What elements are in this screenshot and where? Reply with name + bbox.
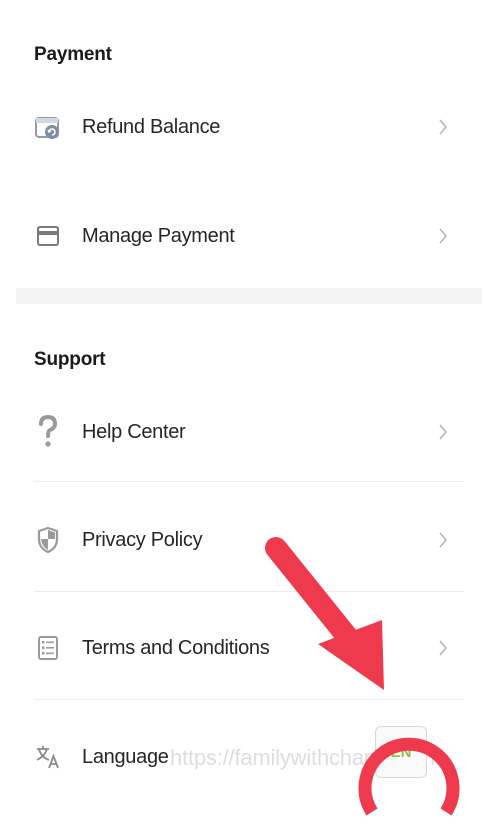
row-divider xyxy=(34,481,464,482)
document-list-icon xyxy=(34,634,62,662)
row-divider xyxy=(34,699,464,700)
manage-payment-label: Manage Payment xyxy=(82,224,235,247)
manage-payment-row[interactable]: Manage Payment xyxy=(16,212,482,260)
support-section-title: Support xyxy=(34,349,106,370)
terms-and-conditions-row[interactable]: Terms and Conditions xyxy=(16,624,482,672)
chevron-right-icon xyxy=(436,422,450,442)
language-badge[interactable]: EN xyxy=(375,726,427,778)
help-center-row[interactable]: Help Center xyxy=(16,408,482,456)
chevron-right-icon xyxy=(436,638,450,658)
language-label: Language xyxy=(82,745,169,768)
card-icon xyxy=(34,222,62,250)
shield-icon xyxy=(34,526,62,554)
section-separator xyxy=(16,288,482,304)
privacy-policy-label: Privacy Policy xyxy=(82,528,203,551)
refund-balance-row[interactable]: Refund Balance xyxy=(16,103,482,151)
refund-balance-label: Refund Balance xyxy=(82,115,221,138)
payment-section-title: Payment xyxy=(34,44,112,65)
row-divider xyxy=(34,591,464,592)
help-center-label: Help Center xyxy=(82,420,186,443)
chevron-right-icon xyxy=(436,530,450,550)
settings-screen: Payment Refund Balance Manage Payment Su… xyxy=(16,0,482,829)
chevron-right-icon xyxy=(436,226,450,246)
translate-icon xyxy=(34,743,62,771)
refund-wallet-icon xyxy=(34,113,62,141)
privacy-policy-row[interactable]: Privacy Policy xyxy=(16,516,482,564)
question-icon xyxy=(34,415,62,447)
terms-and-conditions-label: Terms and Conditions xyxy=(82,636,270,659)
chevron-right-icon xyxy=(436,117,450,137)
